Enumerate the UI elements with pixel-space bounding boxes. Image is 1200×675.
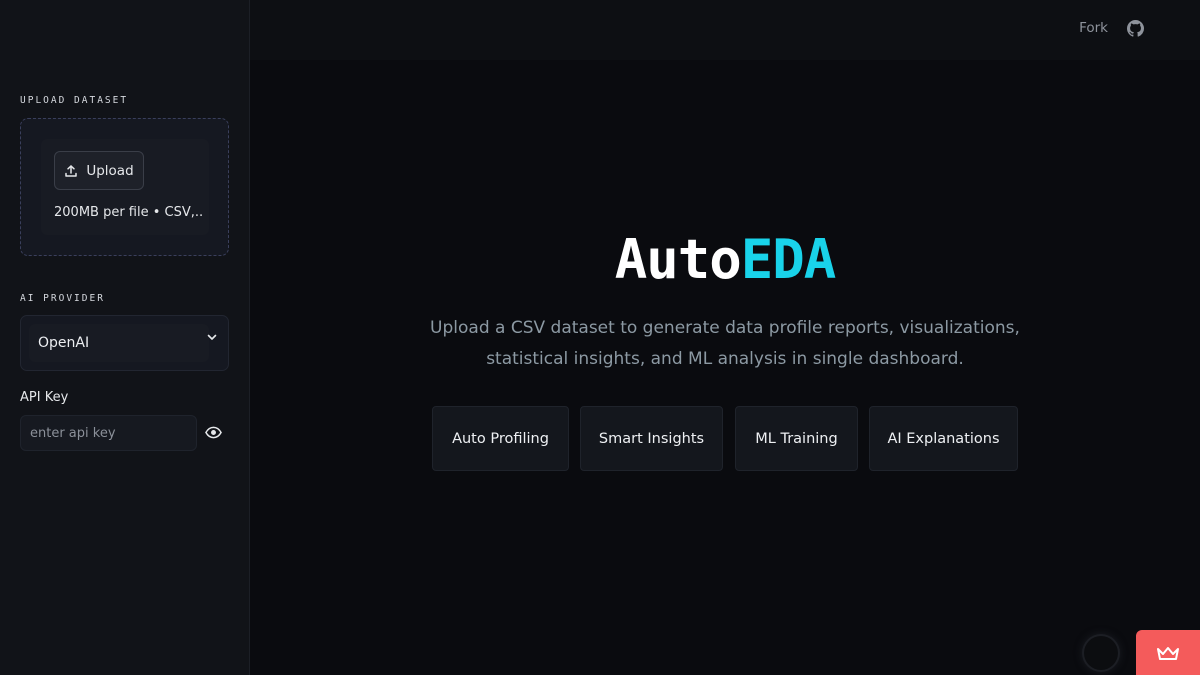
api-key-input[interactable] [20,415,197,451]
eye-icon[interactable] [205,425,222,440]
sidebar: UPLOAD DATASET Upload 200MB per file • C… [0,0,250,675]
upload-button[interactable]: Upload [54,151,144,190]
api-key-label: API Key [20,390,69,405]
fork-link[interactable]: Fork [1079,20,1108,36]
hero-subtitle: Upload a CSV dataset to generate data pr… [250,313,1200,375]
upload-section-label: UPLOAD DATASET [20,95,129,106]
top-header: Fork [250,0,1200,60]
status-indicator[interactable] [1084,636,1118,670]
github-icon[interactable] [1127,20,1144,37]
upload-icon [65,164,78,177]
hero-title-prefix: Auto [614,228,742,291]
feature-card-ml-training: ML Training [735,406,858,471]
file-dropzone[interactable]: Upload 200MB per file • CSV,... [20,118,229,256]
upload-button-label: Upload [86,162,134,179]
feature-card-auto-profiling: Auto Profiling [432,406,569,471]
app-root: UPLOAD DATASET Upload 200MB per file • C… [0,0,1200,675]
hero-title: AutoEDA [250,228,1200,291]
upload-limits-text: 200MB per file • CSV,... [54,205,204,220]
provider-section-label: AI PROVIDER [20,293,105,304]
hero-subtitle-line1: Upload a CSV dataset to generate data pr… [430,318,1020,338]
feature-card-ai-explanations: AI Explanations [869,406,1018,471]
hero-subtitle-line2: statistical insights, and ML analysis in… [486,349,964,369]
feature-card-smart-insights: Smart Insights [580,406,723,471]
provider-selected-value[interactable]: OpenAI [29,324,209,362]
brand-badge[interactable] [1136,630,1200,675]
hero-title-accent: EDA [740,228,837,291]
provider-selectbox[interactable]: OpenAI [20,315,229,371]
dropzone-content: Upload 200MB per file • CSV,... [41,139,209,235]
crown-icon [1157,646,1179,660]
chevron-down-icon[interactable] [206,331,218,343]
